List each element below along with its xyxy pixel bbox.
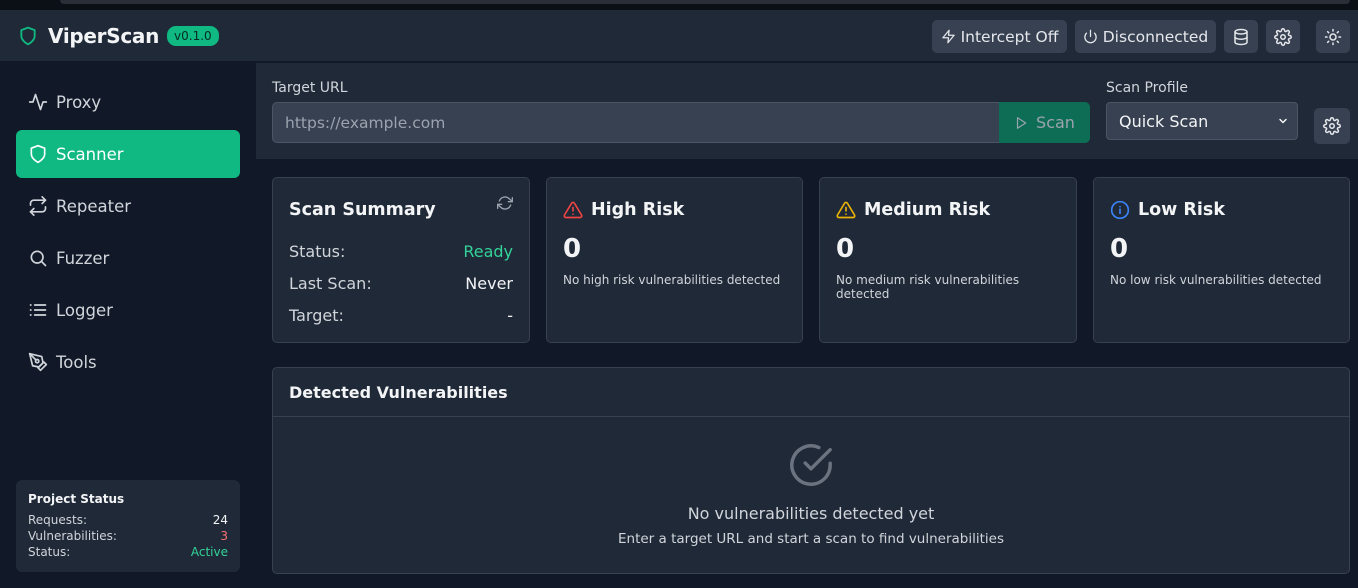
alert-triangle-icon: [563, 200, 583, 220]
gear-icon: [1274, 27, 1292, 46]
summary-target-row: Target: -: [289, 306, 513, 325]
warning-triangle-icon: [836, 200, 856, 220]
settings-button[interactable]: [1266, 20, 1300, 53]
scan-profile-select[interactable]: Quick Scan: [1106, 102, 1298, 140]
high-risk-title: High Risk: [591, 200, 685, 220]
info-icon: [1110, 200, 1130, 220]
search-icon: [28, 248, 48, 268]
project-status-panel: Project Status Requests: 24 Vulnerabilit…: [16, 480, 240, 572]
medium-risk-description: No medium risk vulnerabilities detected: [836, 273, 1020, 301]
summary-last-scan-label: Last Scan:: [289, 274, 372, 293]
intercept-label: Intercept Off: [960, 27, 1059, 46]
summary-status-value: Ready: [463, 242, 513, 261]
summary-last-scan-value: Never: [465, 274, 513, 293]
sidebar-item-tools[interactable]: Tools: [16, 338, 240, 386]
medium-risk-header: Medium Risk: [836, 200, 990, 220]
refresh-icon[interactable]: [497, 195, 513, 211]
vulnerabilities-label: Vulnerabilities:: [28, 529, 117, 543]
status-value: Active: [190, 545, 228, 559]
list-icon: [28, 300, 48, 320]
empty-state-title: No vulnerabilities detected yet: [687, 504, 935, 523]
status-label: Status:: [28, 545, 71, 559]
sun-icon: [1324, 28, 1342, 46]
sidebar-item-label: Tools: [56, 352, 97, 372]
scan-profile-label: Scan Profile: [1106, 80, 1189, 96]
target-url-input[interactable]: [272, 102, 1000, 143]
power-icon: [1083, 29, 1098, 44]
high-risk-description: No high risk vulnerabilities detected: [563, 273, 781, 287]
shield-icon: [28, 144, 48, 164]
sidebar-item-logger[interactable]: Logger: [16, 286, 240, 334]
tab-strip: [60, 0, 1350, 4]
activity-icon: [28, 92, 48, 112]
sidebar-item-label: Scanner: [56, 144, 124, 164]
low-risk-count: 0: [1110, 234, 1129, 264]
sidebar-item-proxy[interactable]: Proxy: [16, 78, 240, 126]
main-content: Target URL Scan Scan Profile Quick Scan …: [256, 63, 1358, 588]
summary-target-value: -: [507, 306, 513, 325]
sidebar-item-label: Logger: [56, 300, 113, 320]
high-risk-header: High Risk: [563, 200, 684, 220]
sidebar-item-repeater[interactable]: Repeater: [16, 182, 240, 230]
requests-value: 24: [212, 513, 228, 527]
summary-status-label: Status:: [289, 242, 346, 261]
low-risk-description: No low risk vulnerabilities detected: [1110, 273, 1322, 287]
shield-logo-icon: [18, 25, 38, 47]
scan-summary-card: Scan Summary Status: Ready Last Scan: Ne…: [272, 177, 530, 343]
high-risk-count: 0: [563, 234, 582, 264]
scan-summary-title: Scan Summary: [289, 200, 436, 220]
project-status-title: Project Status: [28, 492, 125, 506]
sidebar-item-fuzzer[interactable]: Fuzzer: [16, 234, 240, 282]
sidebar-item-label: Fuzzer: [56, 248, 110, 268]
window-top-strip: [0, 0, 1358, 10]
pen-tool-icon: [28, 352, 48, 372]
brand: ViperScan v0.1.0: [18, 24, 219, 48]
empty-state-hint: Enter a target URL and start a scan to f…: [617, 531, 1004, 547]
sidebar-item-scanner[interactable]: Scanner: [16, 130, 240, 178]
app-header: ViperScan v0.1.0 Intercept Off Disconnec…: [0, 10, 1358, 62]
vulnerabilities-panel: Detected Vulnerabilities No vulnerabilit…: [272, 367, 1350, 574]
requests-label: Requests:: [28, 513, 88, 527]
scan-profile-value: Quick Scan: [1119, 111, 1209, 131]
chevron-down-icon: [1277, 115, 1289, 127]
status-row: Status: Active: [28, 544, 228, 560]
theme-toggle-button[interactable]: [1316, 20, 1350, 53]
database-icon: [1232, 28, 1250, 46]
summary-status-row: Status: Ready: [289, 242, 513, 261]
target-url-label: Target URL: [272, 80, 348, 96]
medium-risk-count: 0: [836, 234, 855, 264]
scan-settings-button[interactable]: [1314, 108, 1350, 144]
intercept-toggle-button[interactable]: Intercept Off: [932, 20, 1067, 53]
repeat-icon: [28, 196, 48, 216]
sidebar: Proxy Scanner Repeater Fuzzer Logger Too…: [0, 63, 256, 588]
high-risk-card: High Risk 0 No high risk vulnerabilities…: [546, 177, 803, 343]
database-button[interactable]: [1224, 20, 1258, 53]
medium-risk-card: Medium Risk 0 No medium risk vulnerabili…: [819, 177, 1077, 343]
scan-button[interactable]: Scan: [999, 102, 1090, 143]
vulnerabilities-title: Detected Vulnerabilities: [273, 368, 1349, 417]
scan-bar: Target URL Scan Scan Profile Quick Scan: [256, 63, 1358, 160]
summary-target-label: Target:: [289, 306, 344, 325]
summary-last-scan-row: Last Scan: Never: [289, 274, 513, 293]
check-circle-icon: [788, 442, 834, 488]
vulnerabilities-value: 3: [220, 529, 228, 543]
connection-button[interactable]: Disconnected: [1075, 20, 1216, 53]
play-icon: [1014, 116, 1028, 130]
lightning-icon: [941, 29, 956, 44]
version-badge: v0.1.0: [167, 26, 219, 46]
requests-row: Requests: 24: [28, 512, 228, 528]
sidebar-item-label: Proxy: [56, 92, 102, 112]
medium-risk-title: Medium Risk: [864, 200, 991, 220]
low-risk-card: Low Risk 0 No low risk vulnerabilities d…: [1093, 177, 1350, 343]
vulnerabilities-row: Vulnerabilities: 3: [28, 528, 228, 544]
scan-button-label: Scan: [1036, 113, 1075, 132]
gear-icon: [1323, 117, 1341, 135]
low-risk-title: Low Risk: [1138, 200, 1225, 220]
sidebar-item-label: Repeater: [56, 196, 132, 216]
app-name: ViperScan: [48, 24, 160, 48]
low-risk-header: Low Risk: [1110, 200, 1225, 220]
connection-label: Disconnected: [1102, 27, 1209, 46]
